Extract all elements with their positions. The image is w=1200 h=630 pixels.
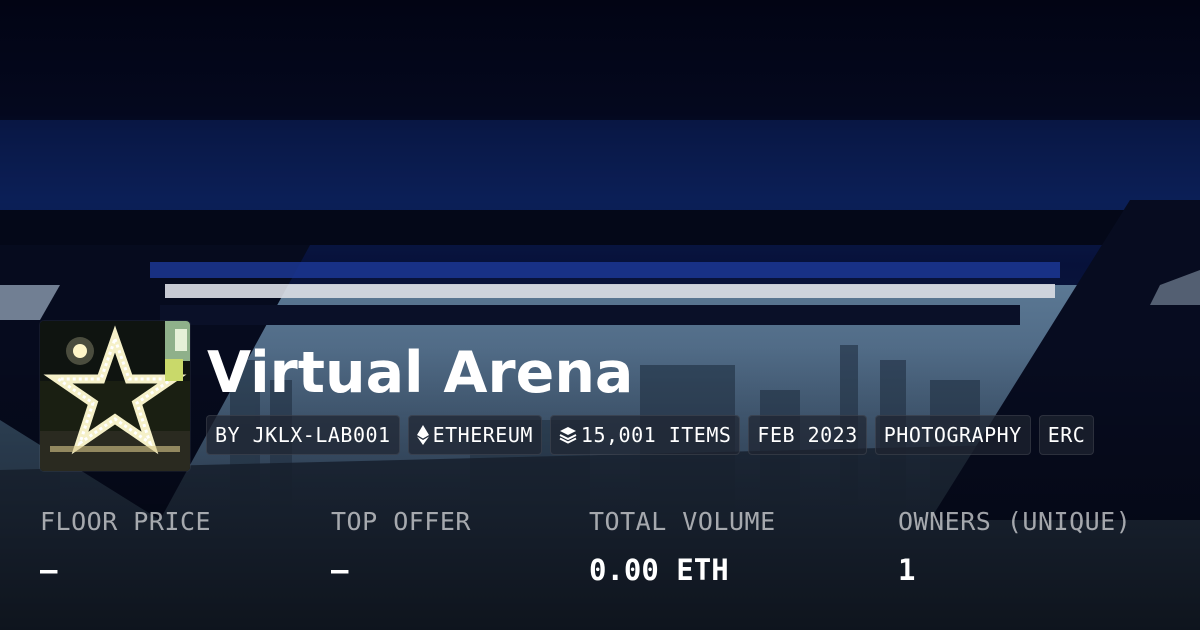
- stat-label: TOTAL VOLUME: [589, 507, 776, 536]
- ethereum-icon: [416, 425, 429, 445]
- chain-chip: ETHEREUM: [407, 415, 542, 455]
- stat-total-volume: TOTAL VOLUME 0.00 ETH: [589, 500, 776, 596]
- stat-top-offer: TOP OFFER —: [331, 500, 471, 596]
- collection-meta-chips: BY JKLX-LAB001 ETHEREUM 15,001 ITEMS FEB…: [206, 415, 1200, 457]
- stat-owners: OWNERS (UNIQUE) 1: [898, 500, 1131, 596]
- stat-value: —: [331, 553, 349, 587]
- standard-chip-label: ERC: [1047, 423, 1086, 447]
- category-chip[interactable]: PHOTOGRAPHY: [874, 415, 1031, 455]
- date-chip: FEB 2023: [748, 415, 867, 455]
- creator-chip[interactable]: BY JKLX-LAB001: [206, 415, 400, 455]
- stat-value: 0.00 ETH: [589, 553, 729, 587]
- stat-value: 1: [898, 553, 916, 587]
- layers-icon: [559, 426, 577, 444]
- standard-chip: ERC: [1038, 415, 1095, 455]
- stat-label: OWNERS (UNIQUE): [898, 507, 1132, 536]
- stat-floor-price: FLOOR PRICE —: [40, 500, 211, 596]
- stat-label: FLOOR PRICE: [40, 507, 212, 536]
- date-chip-label: FEB 2023: [757, 423, 858, 447]
- creator-chip-label: BY JKLX-LAB001: [215, 423, 391, 447]
- items-chip: 15,001 ITEMS: [549, 415, 741, 455]
- stat-value: —: [40, 553, 58, 587]
- category-chip-label: PHOTOGRAPHY: [883, 423, 1022, 447]
- chain-chip-label: ETHEREUM: [432, 423, 533, 447]
- stat-label: TOP OFFER: [331, 507, 471, 536]
- items-chip-label: 15,001 ITEMS: [580, 423, 732, 447]
- collection-avatar: [40, 321, 190, 471]
- collection-title: Virtual Arena: [207, 340, 634, 406]
- collection-stats: FLOOR PRICE — TOP OFFER — TOTAL VOLUME 0…: [0, 500, 1200, 620]
